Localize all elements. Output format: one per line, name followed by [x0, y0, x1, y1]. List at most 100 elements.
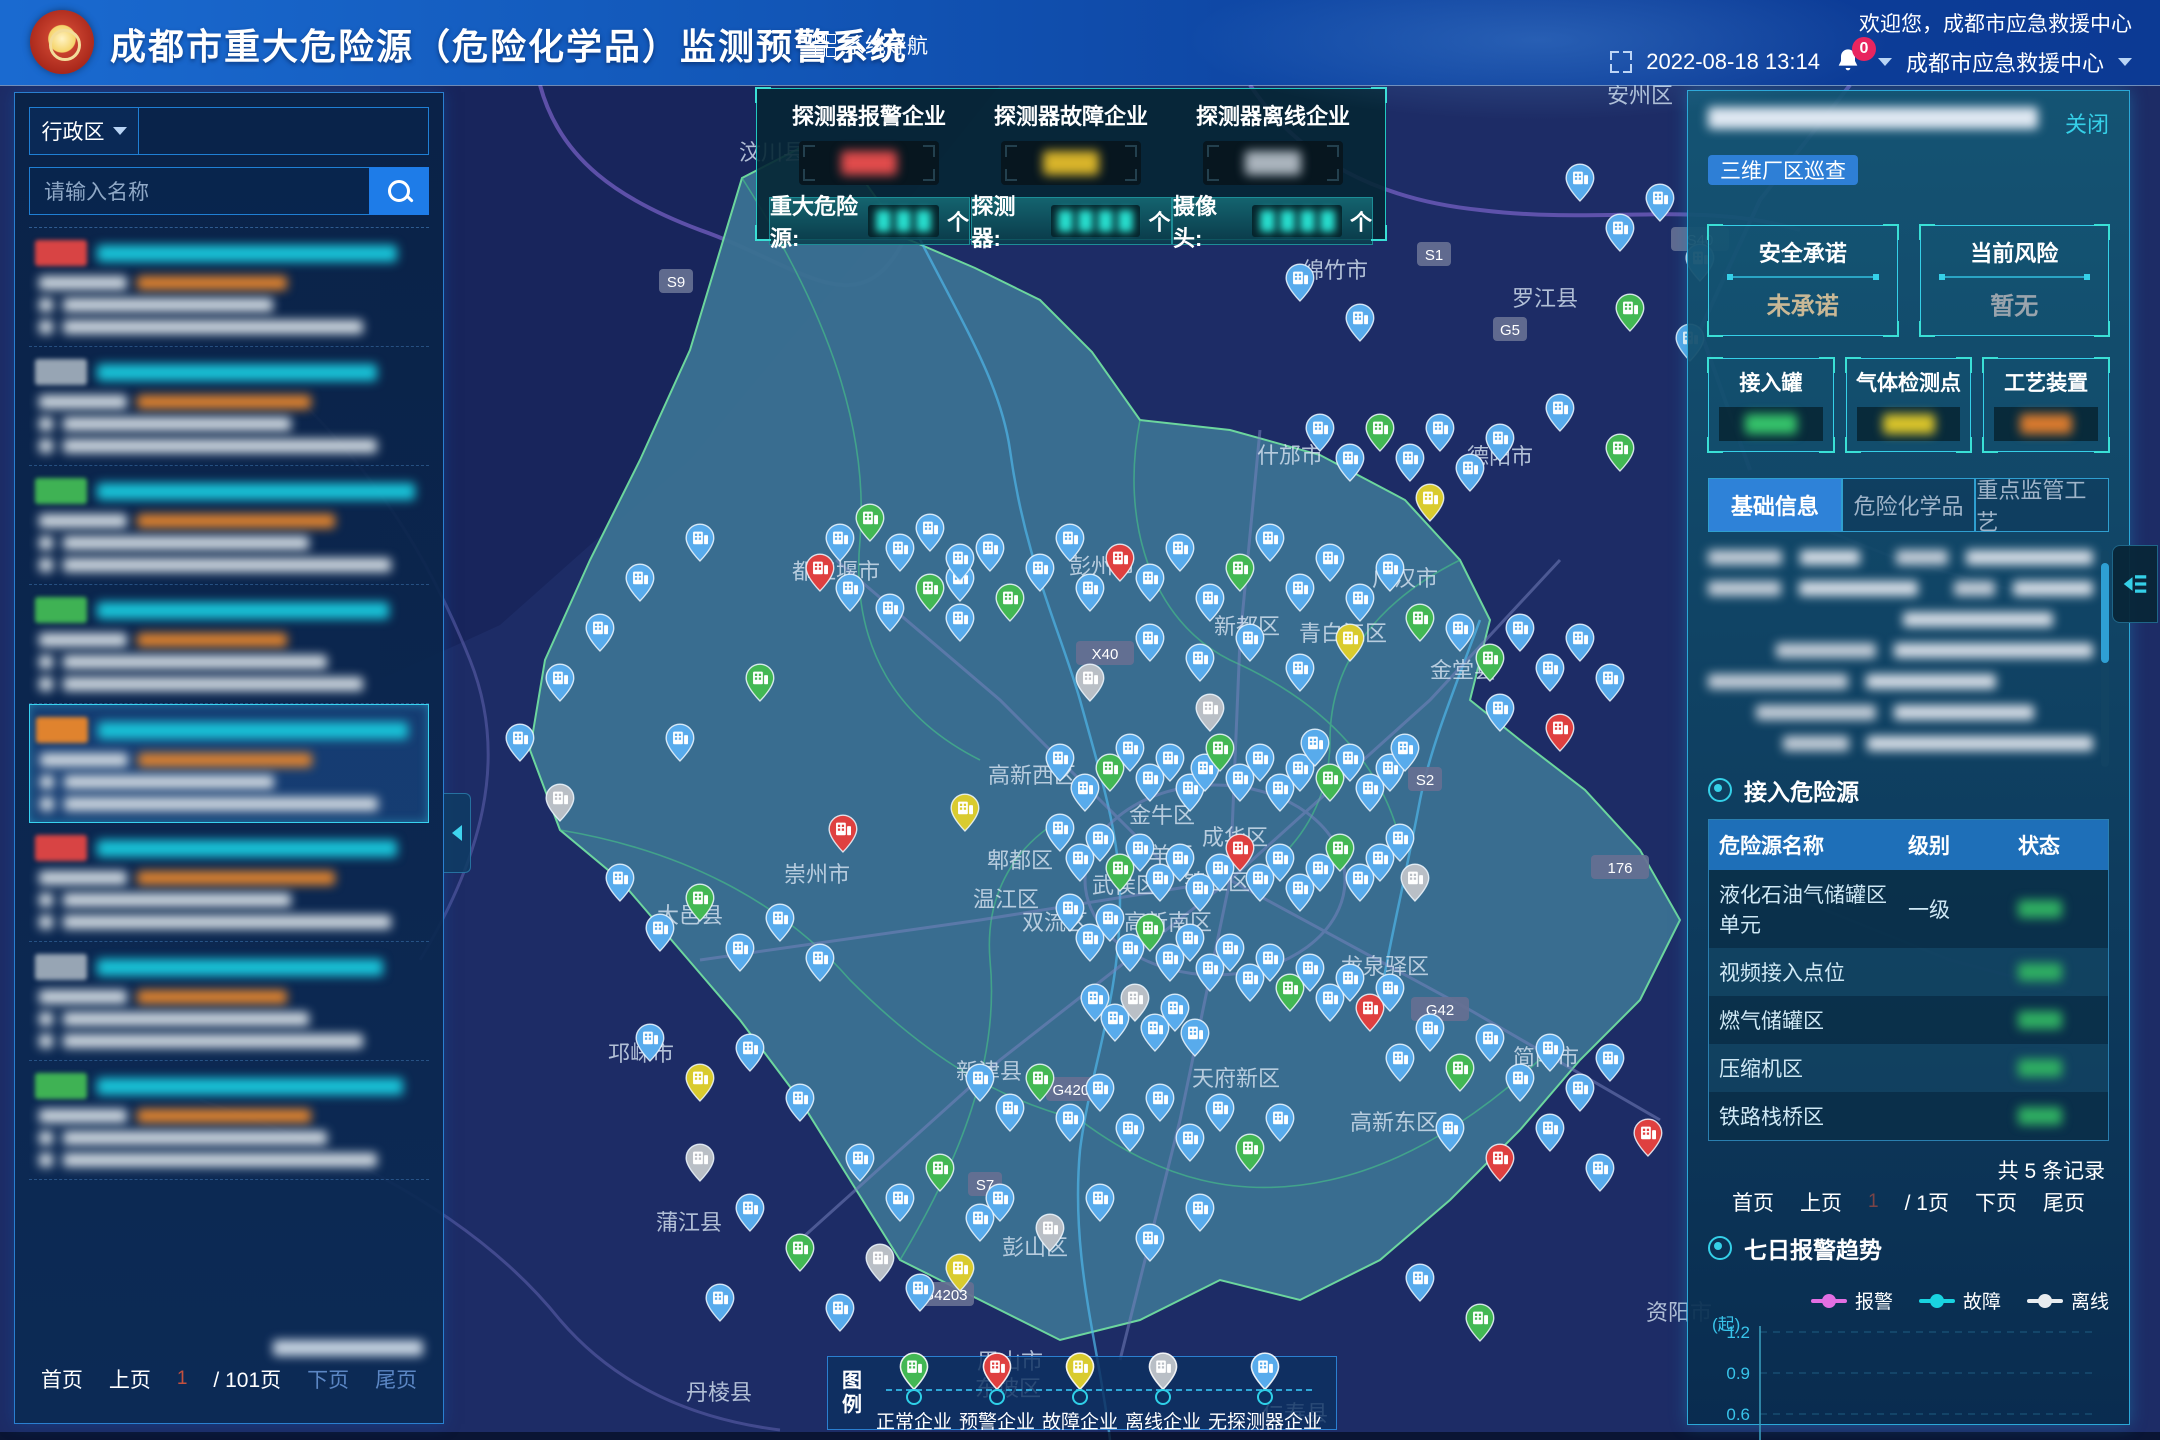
- region-select[interactable]: 行政区: [30, 108, 139, 154]
- close-button[interactable]: 关闭: [2065, 107, 2109, 139]
- road-shield: S1: [1417, 242, 1451, 266]
- enterprise-name-blurred: [97, 840, 397, 857]
- trend-chart: (起)00.30.60.91.28-128-138-148-158-168-17…: [1708, 1316, 2109, 1440]
- safety-commitment-box: 安全承诺 未承诺: [1708, 225, 1898, 336]
- current-risk-box: 当前风险 暂无: [1920, 225, 2110, 336]
- map-place-label: 温江区: [973, 887, 1039, 912]
- enterprise-name-blurred: [97, 959, 383, 976]
- legend-item-报警[interactable]: 报警: [1811, 1287, 1893, 1314]
- commitment-value: 未承诺: [1709, 286, 1897, 321]
- hazard-section-title: 接入危险源: [1708, 773, 2109, 807]
- stat-counter: 摄像头:个: [1172, 197, 1373, 245]
- basic-info-area: [1708, 550, 2109, 767]
- enterprise-list-item[interactable]: [29, 823, 429, 942]
- svg-text:176: 176: [1607, 860, 1632, 877]
- panel-expander-button[interactable]: [2112, 545, 2158, 623]
- tab-危险化学品[interactable]: 危险化学品: [1842, 478, 1976, 532]
- region-filter-row: 行政区: [29, 107, 429, 155]
- enterprise-list-item[interactable]: [29, 704, 429, 823]
- page-of: / 101页: [213, 1364, 281, 1394]
- enterprise-list-item[interactable]: [29, 228, 429, 347]
- region-select-label: 行政区: [42, 116, 105, 146]
- map-legend-item: 无探测器企业: [1208, 1352, 1322, 1433]
- enterprise-list-item[interactable]: [29, 585, 429, 704]
- page-next[interactable]: 下页: [307, 1364, 349, 1394]
- stats-panel: 探测器报警企业 探测器故障企业 探测器离线企业 重大危险源:个探测器:个摄像头:…: [756, 88, 1386, 240]
- enterprise-name-blurred: [97, 245, 397, 262]
- map-place-label: 都江堰市: [792, 559, 880, 584]
- table-row[interactable]: 视频接入点位: [1709, 948, 2109, 996]
- page-last[interactable]: 尾页: [375, 1364, 417, 1394]
- status-badge: [35, 240, 87, 266]
- enterprise-list-item[interactable]: [29, 1061, 429, 1180]
- table-row[interactable]: 铁路栈桥区: [1709, 1092, 2109, 1141]
- stat-card: 探测器离线企业: [1173, 99, 1373, 185]
- page-prev[interactable]: 上页: [109, 1364, 151, 1394]
- status-badge: [35, 835, 87, 861]
- region-input[interactable]: [139, 108, 428, 154]
- svg-text:G5: G5: [1500, 322, 1520, 339]
- chevron-down-icon: [113, 127, 127, 135]
- enterprise-list-item[interactable]: [29, 942, 429, 1061]
- map-place-label: 蒲江县: [656, 1210, 722, 1235]
- page-next[interactable]: 下页: [1975, 1187, 2017, 1217]
- map-legend-item: 预警企业: [959, 1352, 1035, 1433]
- legend-item-故障[interactable]: 故障: [1919, 1287, 2001, 1314]
- table-row[interactable]: 压缩机区: [1709, 1044, 2109, 1092]
- status-badge: [35, 954, 87, 980]
- road-shield: 176: [1591, 855, 1649, 879]
- chevron-left-icon: [452, 825, 462, 841]
- status-badge: [35, 1073, 87, 1099]
- chevron-down-icon[interactable]: [1878, 58, 1892, 66]
- table-row[interactable]: 液化石油气储罐区单元一级: [1709, 870, 2109, 948]
- notifications-button[interactable]: 0: [1834, 47, 1864, 77]
- map-place-label: 什邡市: [1257, 443, 1323, 468]
- system-nav-label: 系统导航: [844, 30, 928, 60]
- search-button[interactable]: [369, 167, 429, 215]
- status-badge: [35, 597, 87, 623]
- stat-counter: 探测器:个: [971, 197, 1172, 245]
- stat-card: 探测器报警企业: [769, 99, 969, 185]
- legend-item-离线[interactable]: 离线: [2027, 1287, 2109, 1314]
- tab-重点监管工艺[interactable]: 重点监管工艺: [1975, 478, 2109, 532]
- enterprise-name-blurred: [98, 722, 408, 739]
- detail-tabs: 基础信息危险化学品重点监管工艺: [1708, 478, 2109, 532]
- detail-counter-box: 工艺装置: [1983, 358, 2109, 452]
- search-input[interactable]: 请输入名称: [29, 167, 369, 215]
- page-number[interactable]: 1: [177, 1368, 188, 1390]
- plant-3d-tour-button[interactable]: 三维厂区巡查: [1708, 155, 1858, 185]
- detail-counter-box: 气体检测点: [1846, 358, 1972, 452]
- page-first[interactable]: 首页: [1732, 1187, 1774, 1217]
- enterprise-name-blurred: [97, 364, 377, 381]
- enterprise-title-blurred: [1708, 107, 2038, 129]
- map-place-label: 金牛区: [1129, 803, 1195, 828]
- page-prev[interactable]: 上页: [1800, 1187, 1842, 1217]
- info-scrollbar[interactable]: [2101, 550, 2109, 767]
- page-number[interactable]: 1: [1868, 1191, 1879, 1213]
- stat-counter: 重大危险源:个: [769, 197, 970, 245]
- welcome-text: 欢迎您，成都市应急救援中心: [1859, 8, 2132, 38]
- radio-bullet-icon: [1708, 1236, 1732, 1260]
- page-of: / 1页: [1905, 1187, 1949, 1217]
- sidebar-collapse-tab[interactable]: [444, 793, 471, 873]
- svg-text:S1: S1: [1425, 247, 1443, 264]
- table-row[interactable]: 燃气储罐区: [1709, 996, 2109, 1044]
- system-nav-button[interactable]: 系统导航: [815, 30, 928, 60]
- road-shield: G5: [1493, 317, 1527, 341]
- hazard-pagination: 首页 上页 1 / 1页 下页 尾页: [1708, 1187, 2109, 1217]
- page-last[interactable]: 尾页: [2043, 1187, 2085, 1217]
- svg-text:0.9: 0.9: [1726, 1364, 1750, 1383]
- notification-count-badge: 0: [1852, 37, 1876, 61]
- enterprise-list-item[interactable]: [29, 466, 429, 585]
- tab-基础信息[interactable]: 基础信息: [1708, 478, 1842, 532]
- app-root: { "header": { "title": "成都市重大危险源（危险化学品）监…: [0, 0, 2160, 1440]
- chevron-down-icon[interactable]: [2118, 58, 2132, 66]
- table-header: 级别: [1898, 820, 2008, 871]
- page-first[interactable]: 首页: [41, 1364, 83, 1394]
- enterprise-list-item[interactable]: [29, 347, 429, 466]
- svg-text:S9: S9: [667, 274, 685, 291]
- fullscreen-icon[interactable]: [1610, 51, 1632, 73]
- org-menu[interactable]: 成都市应急救援中心: [1906, 46, 2104, 78]
- table-header: 状态: [2008, 820, 2109, 871]
- map-legend-item: 离线企业: [1125, 1352, 1201, 1433]
